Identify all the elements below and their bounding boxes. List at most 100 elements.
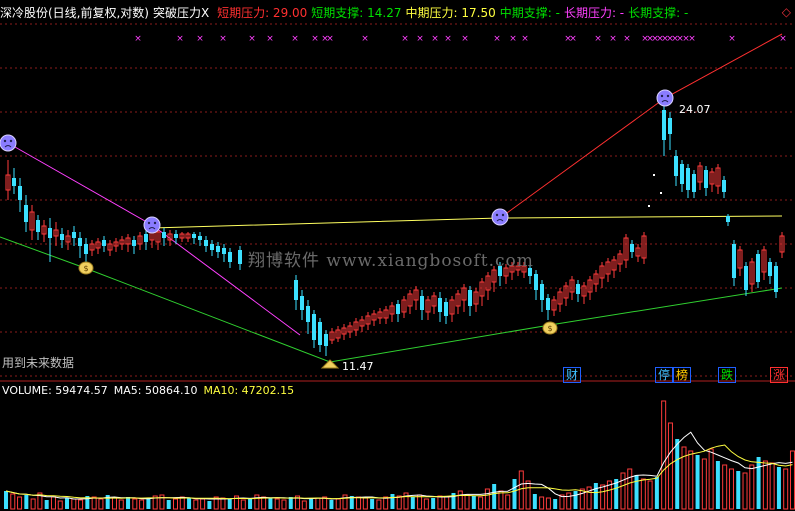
volume-bar — [478, 496, 484, 510]
volume-bar — [342, 494, 348, 510]
volume-bar — [30, 498, 36, 510]
volume-bar — [464, 494, 470, 510]
event-tag[interactable]: 财 — [563, 367, 582, 383]
volume-bar — [98, 498, 104, 510]
ma5-line — [5, 431, 793, 500]
volume-bar — [187, 498, 192, 509]
volume-bar — [57, 500, 63, 510]
volume-bar — [309, 499, 314, 509]
volume-bar — [640, 478, 646, 510]
candle-body — [680, 164, 684, 184]
volume-bar — [532, 494, 537, 509]
volume-bar — [471, 496, 476, 509]
volume-bar — [688, 450, 694, 510]
candle-body — [774, 266, 778, 292]
x-marker: × — [594, 34, 602, 44]
volume-bar — [762, 460, 768, 510]
volume-bar — [545, 497, 551, 510]
candle-body — [228, 252, 232, 262]
face-icon — [495, 213, 499, 217]
face-icon — [660, 94, 664, 98]
x-marker: × — [134, 34, 142, 44]
volume-bar — [410, 497, 415, 509]
volume-bar — [736, 471, 741, 509]
volume-bar — [579, 488, 585, 510]
volume-bar — [647, 480, 653, 510]
volume-bar — [193, 499, 199, 510]
volume-bar — [715, 461, 720, 509]
candle-body — [674, 156, 678, 176]
volume-stat: VOLUME: 59474.57 — [2, 384, 108, 397]
face-icon — [143, 216, 161, 234]
event-tag[interactable]: 榜 — [673, 367, 692, 383]
volume-bar — [268, 498, 273, 509]
candle-body — [48, 228, 52, 238]
candle-body — [174, 234, 178, 238]
candle-body — [204, 240, 208, 246]
candle-body — [18, 186, 22, 200]
volume-bar — [749, 464, 755, 510]
face-icon — [3, 139, 7, 143]
volume-bar — [200, 498, 206, 510]
volume-bar — [722, 464, 728, 510]
volume-bar — [220, 497, 226, 510]
x-marker: × — [444, 34, 452, 44]
volume-bar — [91, 496, 97, 510]
volume-bar — [593, 483, 598, 509]
candle-body — [210, 244, 214, 250]
volume-bar — [370, 499, 375, 509]
x-marker: × — [728, 34, 736, 44]
volume-bar — [431, 498, 436, 509]
volume-bar — [661, 400, 667, 510]
volume-bar — [437, 495, 443, 510]
x-marker: × — [493, 34, 501, 44]
mid-trend-line — [151, 215, 783, 229]
watermark-text: 翔博软件 www.xiangbosoft.com — [248, 251, 534, 271]
candle-body — [686, 168, 690, 190]
volume-bar — [573, 491, 578, 509]
volume-stat: MA10: 47202.15 — [203, 384, 295, 397]
volume-bar — [728, 468, 734, 510]
x-marker: × — [291, 34, 299, 44]
low-price-label: 11.47 — [342, 360, 374, 373]
candle-body — [102, 240, 106, 246]
event-tag[interactable]: 停 — [655, 367, 674, 383]
x-marker: × — [609, 34, 617, 44]
money-bag-icon: $ — [83, 264, 88, 273]
chart-dot — [648, 205, 650, 207]
candle-body — [36, 220, 40, 232]
volume-bar — [281, 499, 287, 510]
candle-body — [238, 250, 242, 264]
candle-body — [78, 238, 82, 246]
event-tag[interactable]: 跌 — [718, 367, 737, 383]
ma10-line — [5, 444, 793, 500]
volume-bar — [356, 496, 362, 510]
candle-body — [756, 254, 760, 282]
volume-bar — [65, 498, 70, 509]
volume-bar — [444, 496, 450, 510]
volume-bar — [362, 497, 368, 510]
volume-bar — [484, 488, 490, 510]
volume-bar — [179, 496, 185, 510]
volume-bar — [78, 499, 84, 510]
x-marker: × — [326, 34, 334, 44]
volume-bar — [620, 472, 626, 510]
candle-body — [198, 236, 202, 240]
volume-bar — [166, 500, 171, 509]
candle-body — [24, 205, 28, 222]
face-icon — [656, 89, 674, 107]
volume-bar — [423, 498, 429, 510]
x-marker: × — [361, 34, 369, 44]
x-marker: × — [521, 34, 529, 44]
volume-bar — [627, 468, 633, 510]
candle-body — [132, 240, 136, 246]
volume-bar — [783, 468, 789, 510]
candle-body — [438, 298, 442, 312]
volume-bar — [695, 455, 700, 509]
chart-dot — [660, 192, 662, 194]
candle-body — [396, 304, 400, 314]
x-marker: × — [176, 34, 184, 44]
candle-body — [222, 248, 226, 254]
volume-bar — [789, 450, 795, 510]
event-tag[interactable]: 涨 — [770, 367, 789, 383]
